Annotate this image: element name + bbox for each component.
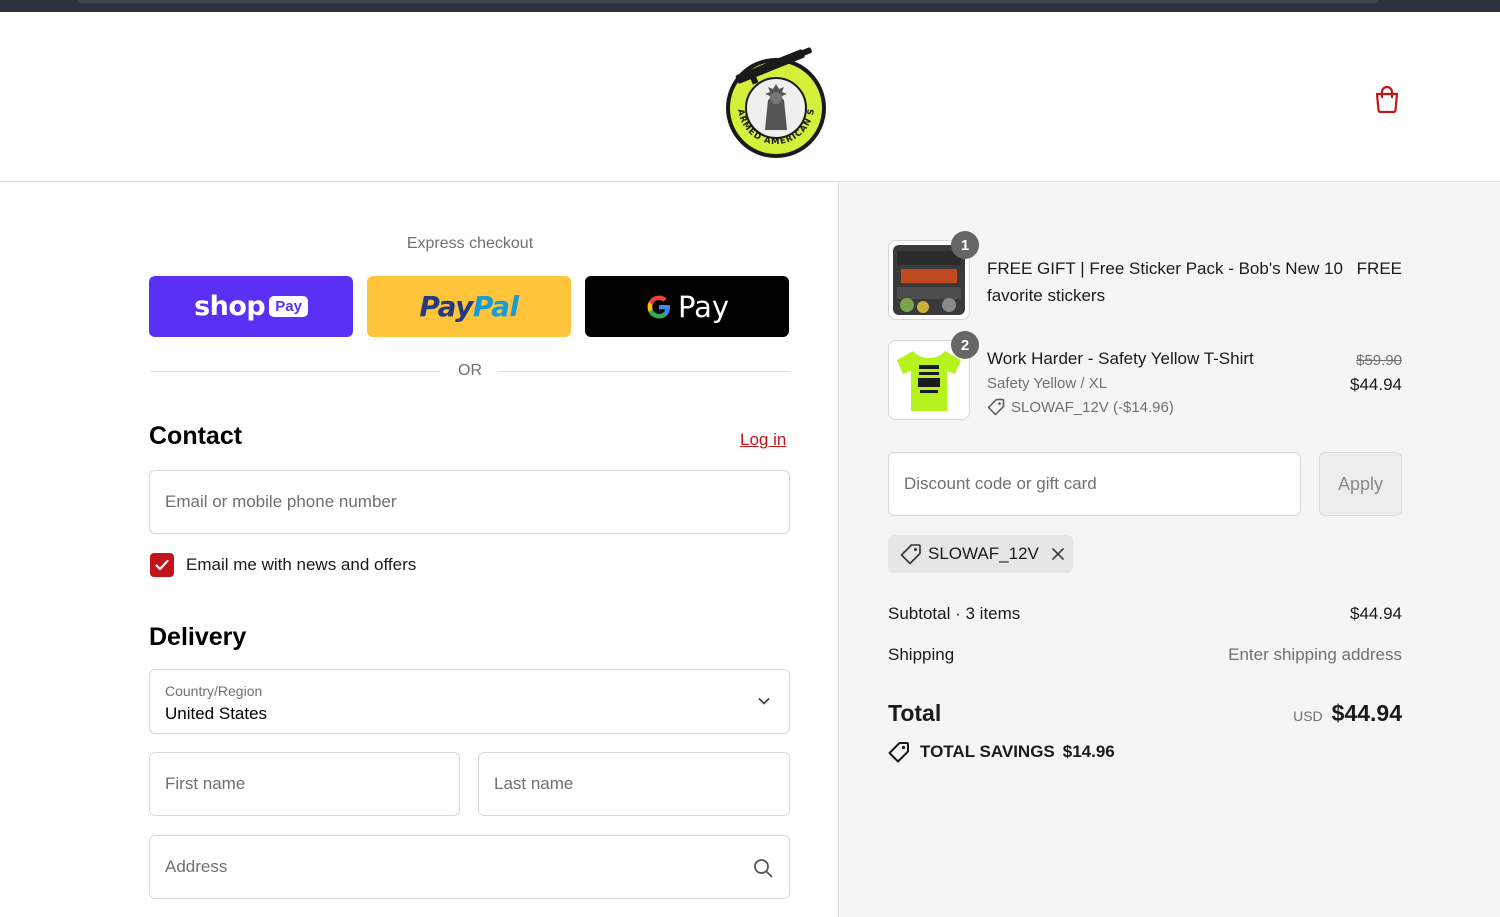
subtotal-value: $44.94 — [1350, 604, 1402, 623]
tag-icon — [900, 544, 921, 565]
newsletter-checkbox[interactable] — [150, 553, 174, 577]
item-title: FREE GIFT | Free Sticker Pack - Bob's Ne… — [987, 259, 1343, 305]
discount-input[interactable] — [889, 453, 1300, 515]
item-discount: SLOWAF_12V (-$14.96) — [987, 398, 1174, 416]
address-input[interactable] — [150, 836, 789, 898]
cart-item: 1 FREE GIFT | Free Sticker Pack - Bob's … — [888, 231, 1402, 320]
express-checkout-title: Express checkout — [406, 235, 534, 252]
applied-discount-chip: SLOWAF_12V — [888, 535, 1073, 573]
quantity-badge: 2 — [951, 331, 979, 359]
tshirt-thumbnail: 2 — [888, 331, 979, 420]
total-savings: TOTAL SAVINGS $14.96 — [888, 741, 1115, 763]
store-logo[interactable]: ARMED AMERICAN SUPPLY — [715, 33, 832, 160]
login-link[interactable]: Log in — [740, 430, 786, 450]
tag-icon — [987, 398, 1005, 416]
google-pay-wordmark: Pay — [677, 289, 730, 324]
total-value: $44.94 — [1331, 700, 1402, 726]
browser-top-bar — [0, 0, 1500, 12]
email-field[interactable] — [149, 470, 790, 534]
item-variant: Safety Yellow / XL — [987, 375, 1108, 392]
total-amount-group: USD $44.94 — [1293, 700, 1402, 727]
checkmark-icon — [155, 559, 169, 571]
discount-field[interactable] — [888, 452, 1301, 516]
first-name-input[interactable] — [150, 753, 459, 815]
checkout-header: ARMED AMERICAN SUPPLY — [0, 12, 1500, 182]
total-label: Total — [888, 700, 942, 726]
delivery-title: Delivery — [149, 623, 247, 651]
shop-pay-button[interactable]: shop Pay — [149, 276, 353, 337]
remove-discount-button[interactable] — [1051, 547, 1065, 561]
newsletter-option[interactable]: Email me with news and offers — [150, 553, 416, 577]
savings-label: TOTAL SAVINGS — [920, 742, 1055, 761]
shopping-bag-icon — [1375, 85, 1399, 113]
chevron-down-icon — [758, 698, 770, 705]
cart-button[interactable] — [1370, 82, 1404, 116]
cart-item: 2 Work Harder - Safety Yellow T-Shirt Sa… — [888, 331, 1402, 420]
currency-code: USD — [1293, 708, 1323, 724]
email-input[interactable] — [150, 471, 789, 533]
item-price: $44.94 — [1350, 375, 1402, 394]
shipping-row: Shipping Enter shipping address — [888, 645, 1402, 665]
address-field[interactable] — [149, 835, 790, 899]
first-name-field[interactable] — [149, 752, 460, 816]
country-label: Country/Region — [165, 683, 263, 699]
close-icon — [1051, 548, 1064, 560]
divider-line-right — [498, 371, 790, 372]
savings-value: $14.96 — [1062, 742, 1115, 761]
apply-button[interactable]: Apply — [1319, 452, 1402, 516]
item-title: Work Harder - Safety Yellow T-Shirt — [987, 349, 1254, 368]
sticker-pack-thumbnail: 1 — [888, 231, 979, 320]
shipping-label: Shipping — [888, 645, 955, 664]
shipping-value: Enter shipping address — [1228, 645, 1402, 664]
subtotal-label: Subtotal · 3 items — [888, 604, 1021, 623]
search-icon — [754, 859, 773, 878]
last-name-field[interactable] — [478, 752, 790, 816]
item-price: FREE — [1356, 259, 1402, 278]
tag-icon — [888, 742, 909, 763]
paypal-wordmark: PayPal — [419, 290, 519, 323]
google-g-icon — [647, 294, 670, 318]
quantity-badge: 1 — [951, 231, 979, 259]
or-divider: OR — [150, 360, 790, 384]
applied-code: SLOWAF_12V — [928, 544, 1039, 563]
country-select[interactable]: Country/Region United States — [149, 669, 790, 734]
country-value: United States — [165, 704, 268, 723]
subtotal-row: Subtotal · 3 items $44.94 — [888, 604, 1402, 624]
last-name-input[interactable] — [479, 753, 789, 815]
item-original-price: $59.90 — [1356, 352, 1402, 369]
shop-pay-tag: Pay — [269, 296, 308, 317]
newsletter-label: Email me with news and offers — [186, 555, 417, 574]
google-pay-button[interactable]: Pay — [585, 276, 789, 337]
paypal-button[interactable]: PayPal — [367, 276, 571, 337]
browser-tab-strip — [78, 0, 1378, 3]
shop-pay-wordmark: shop — [194, 291, 266, 322]
contact-title: Contact — [149, 422, 243, 450]
